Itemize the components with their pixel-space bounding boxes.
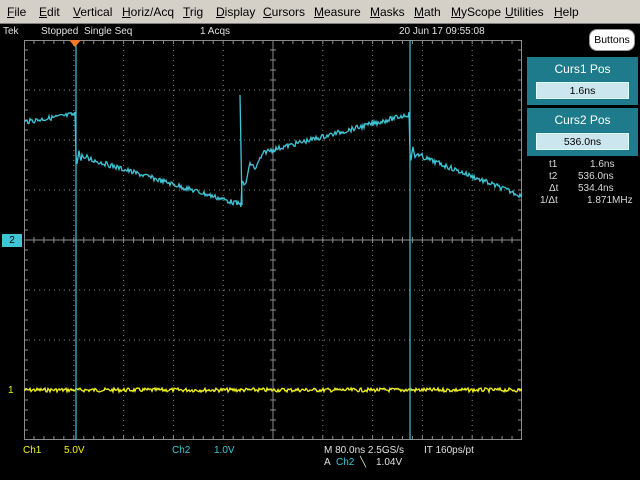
ch2-ground-marker[interactable]: 2 <box>2 234 22 247</box>
menu-vertical[interactable]: Vertical <box>73 5 112 19</box>
menu-edit[interactable]: Edit <box>39 5 60 19</box>
timebase-readout[interactable]: M 80.0ns 2.5GS/s <box>324 445 404 456</box>
brand-label: Tek <box>3 26 19 37</box>
menu-trig[interactable]: Trig <box>183 5 203 19</box>
graticule-grid <box>24 40 522 440</box>
menu-myscope[interactable]: MyScope <box>451 5 501 19</box>
ch1-label[interactable]: Ch1 <box>23 445 41 456</box>
menu-cursors[interactable]: Cursors <box>263 5 305 19</box>
cursor2-title: Curs2 Pos <box>554 113 611 127</box>
trigger-level[interactable]: 1.04V <box>376 457 402 468</box>
falling-edge-icon: ╲ <box>360 457 367 468</box>
acquisition-mode: Single Seq <box>84 26 133 37</box>
menu-display[interactable]: Display <box>216 5 255 19</box>
menu-utilities[interactable]: Utilities <box>505 5 544 19</box>
trigger-source[interactable]: Ch2 <box>336 457 354 468</box>
cursor1-panel[interactable]: Curs1 Pos 1.6ns <box>527 57 638 105</box>
sample-interval-readout: IT 160ps/pt <box>424 445 474 456</box>
trigger-prefix: A <box>324 457 331 468</box>
readout-label-dt: Δt <box>549 183 559 194</box>
ch2-scale[interactable]: 1.0V <box>214 445 235 456</box>
cursor1-title: Curs1 Pos <box>554 62 611 76</box>
waveform-display[interactable] <box>24 40 522 440</box>
menu-horiz-acq[interactable]: Horiz/Acq <box>122 5 174 19</box>
menu-bar: File Edit Vertical Horiz/Acq Trig Displa… <box>0 0 640 24</box>
readout-value-inv-dt: 1.871MHz <box>587 195 633 206</box>
readout-label-t2: t2 <box>549 171 558 182</box>
cursor2-panel[interactable]: Curs2 Pos 536.0ns <box>527 108 638 156</box>
acquisition-count: 1 Acqs <box>200 26 231 37</box>
menu-file[interactable]: File <box>7 5 26 19</box>
readout-value-dt: 534.4ns <box>578 183 614 194</box>
readout-value-t1: 1.6ns <box>590 159 615 170</box>
menu-measure[interactable]: Measure <box>314 5 361 19</box>
menu-math[interactable]: Math <box>414 5 441 19</box>
acquisition-state: Stopped <box>41 26 79 37</box>
readout-label-inv-dt: 1/Δt <box>540 195 558 206</box>
buttons-button[interactable]: Buttons <box>589 29 635 51</box>
cursor1-value[interactable]: 1.6ns <box>536 82 629 99</box>
ch1-scale[interactable]: 5.0V <box>64 445 85 456</box>
menu-masks[interactable]: Masks <box>370 5 405 19</box>
timestamp: 20 Jun 17 09:55:08 <box>399 26 485 37</box>
ch2-label[interactable]: Ch2 <box>172 445 190 456</box>
readout-label-t1: t1 <box>549 159 558 170</box>
status-bar: Tek Stopped Single Seq 1 Acqs 20 Jun 17 … <box>0 24 640 40</box>
readout-value-t2: 536.0ns <box>578 171 614 182</box>
trigger-position-icon <box>69 40 81 47</box>
cursor2-value[interactable]: 536.0ns <box>536 133 629 150</box>
ch2-spike <box>239 94 243 206</box>
ch1-ground-marker[interactable]: 1 <box>8 385 14 396</box>
menu-help[interactable]: Help <box>554 5 579 19</box>
